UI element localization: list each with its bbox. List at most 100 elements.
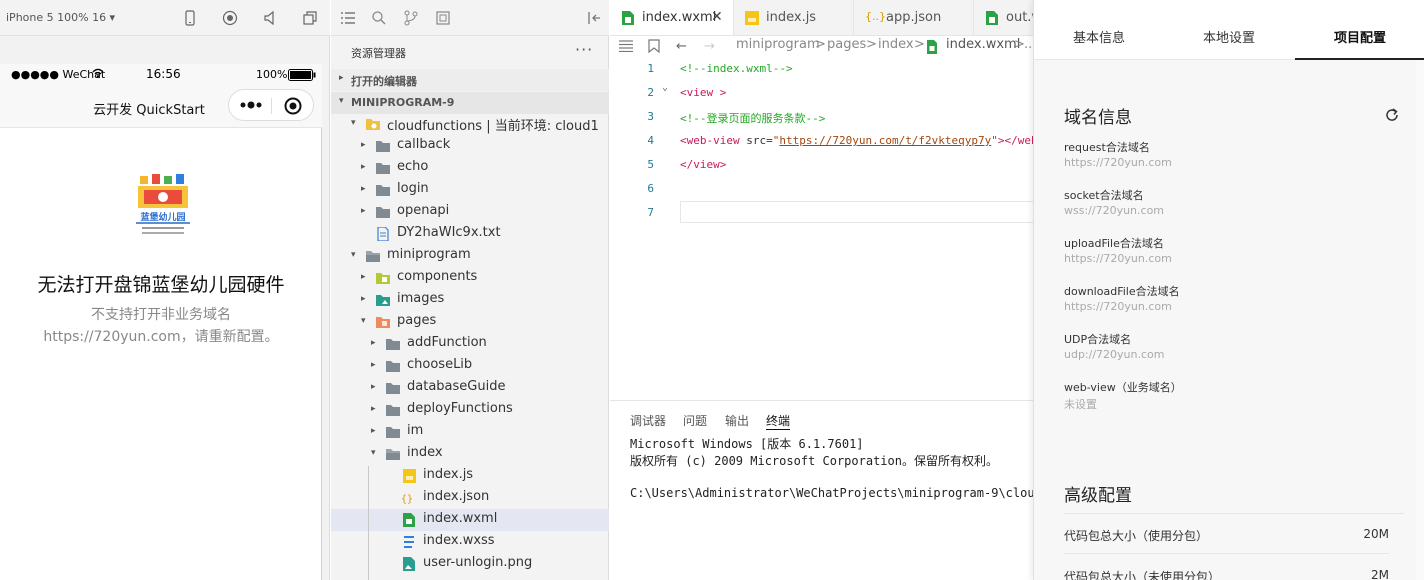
search-icon[interactable] xyxy=(371,10,387,26)
tree-item-login[interactable]: ▸ login xyxy=(331,179,609,201)
chevron-right-icon[interactable]: ▸ xyxy=(371,426,376,436)
tab-index-wxml[interactable]: index.wxml ✕ xyxy=(610,0,734,35)
tree-item-im[interactable]: ▸ im xyxy=(331,421,609,443)
tree-item-images[interactable]: ▸ images xyxy=(331,289,609,311)
refresh-icon[interactable] xyxy=(1384,107,1400,123)
tree-item-label: components xyxy=(397,269,478,284)
tree-item-echo[interactable]: ▸ echo xyxy=(331,157,609,179)
tree-item-index-js[interactable]: index.js xyxy=(331,465,609,487)
more-actions-button[interactable]: ··· xyxy=(575,40,593,59)
code-line: </view> xyxy=(680,158,727,171)
line-number: 5 xyxy=(647,158,654,171)
tree-item-databaseguide[interactable]: ▸ databaseGuide xyxy=(331,377,609,399)
battery-icon xyxy=(288,69,316,81)
error-description: 不支持打开非业务域名https://720yun.com，请重新配置。 xyxy=(43,307,279,345)
chevron-right-icon[interactable]: ▸ xyxy=(361,272,366,282)
tab-local-settings[interactable]: 本地设置 xyxy=(1164,0,1294,60)
code-token-quote: " xyxy=(991,134,998,147)
package-size-no-subpackage-row: 代码包总大小（未使用分包） 2M xyxy=(1064,555,1389,580)
device-select[interactable]: iPhone 5 100% 16 ▾ xyxy=(6,11,115,24)
close-icon[interactable]: ✕ xyxy=(711,9,723,25)
socket-domain-value: wss://720yun.com xyxy=(1064,204,1165,217)
setting-label: 代码包总大小（未使用分包） xyxy=(1064,570,1221,580)
setting-value: 20M xyxy=(1363,527,1389,541)
chevron-down-icon: ▾ xyxy=(339,96,344,106)
chevron-right-icon[interactable]: ▸ xyxy=(361,162,366,172)
tree-item-index-json[interactable]: {} index.json xyxy=(331,487,609,509)
window-icon[interactable] xyxy=(302,10,318,26)
fold-chevron-icon[interactable]: ⌄ xyxy=(662,82,668,93)
chevron-right-icon[interactable]: ▸ xyxy=(371,360,376,370)
folder-icon xyxy=(375,139,391,153)
tree-item-user-unlogin-png[interactable]: user-unlogin.png xyxy=(331,553,609,575)
tab-app-json[interactable]: {..} app.json xyxy=(854,0,974,35)
tree-item-pages[interactable]: ▾ pages xyxy=(331,311,609,333)
source-control-icon[interactable] xyxy=(403,10,419,26)
tree-item-index[interactable]: ▾ index xyxy=(331,443,609,465)
breadcrumb-index[interactable]: index xyxy=(878,37,914,52)
chevron-right-icon[interactable]: ▸ xyxy=(361,206,366,216)
panel-tab-output[interactable]: 输出 xyxy=(725,412,749,429)
outline-icon[interactable] xyxy=(619,40,633,52)
chevron-right-icon[interactable]: ▸ xyxy=(361,294,366,304)
tree-item-label: index.json xyxy=(423,489,490,504)
breadcrumb-miniprogram[interactable]: miniprogram xyxy=(736,37,820,52)
tree-item-dy2hawic9x-txt[interactable]: DY2haWIc9x.txt xyxy=(331,223,609,245)
tree-item-miniprogram[interactable]: ▾ miniprogram xyxy=(331,245,609,267)
tab-out[interactable]: out.v xyxy=(974,0,1033,35)
chevron-right-icon[interactable]: ▸ xyxy=(361,184,366,194)
code-editor[interactable]: ⌄ 1 <!--index.wxml--> 2 <view > 3 <!--登录… xyxy=(610,58,1077,400)
breadcrumb-ellipsis[interactable]: ... xyxy=(1024,37,1033,52)
more-dots-icon[interactable] xyxy=(239,98,263,112)
tree-item-callback[interactable]: ▸ callback xyxy=(331,135,609,157)
chevron-down-icon[interactable]: ▾ xyxy=(351,250,356,260)
battery-label: 100% xyxy=(256,68,288,81)
tree-item-label: index.wxss xyxy=(423,533,495,548)
tree-item-chooselib[interactable]: ▸ chooseLib xyxy=(331,355,609,377)
chevron-down-icon[interactable]: ▾ xyxy=(371,448,376,458)
panel-tab-terminal[interactable]: 终端 xyxy=(766,412,791,430)
extensions-icon[interactable] xyxy=(435,10,451,26)
chevron-right-icon[interactable]: ▸ xyxy=(361,140,366,150)
tab-project-config[interactable]: 项目配置 xyxy=(1295,0,1424,60)
tree-item-components[interactable]: ▸ components xyxy=(331,267,609,289)
close-target-icon[interactable] xyxy=(284,97,302,115)
record-icon[interactable] xyxy=(222,10,238,26)
phone-icon[interactable] xyxy=(182,10,198,26)
tree-item-addfunction[interactable]: ▸ addFunction xyxy=(331,333,609,355)
panel-tab-problems[interactable]: 问题 xyxy=(683,412,707,429)
code-token-url[interactable]: https://720yun.com/t/f2vkteqyp7y xyxy=(779,134,991,147)
tree-item-index-wxml[interactable]: index.wxml xyxy=(331,509,609,531)
request-domain-value: https://720yun.com xyxy=(1064,156,1172,169)
breadcrumb: ← → miniprogram > pages > index > index.… xyxy=(610,36,1033,58)
volume-icon[interactable] xyxy=(262,10,278,26)
terminal-output[interactable]: Microsoft Windows [版本 6.1.7601] 版权所有 (c)… xyxy=(610,433,1033,580)
split-editor-icon[interactable] xyxy=(587,11,601,25)
chevron-right-icon[interactable]: ▸ xyxy=(371,338,376,348)
project-details-panel: 基本信息 本地设置 项目配置 域名信息 request合法域名 https://… xyxy=(1033,0,1424,580)
tab-index-js[interactable]: index.js xyxy=(734,0,854,35)
tree-item-deployfunctions[interactable]: ▸ deployFunctions xyxy=(331,399,609,421)
breadcrumb-pages[interactable]: pages xyxy=(827,37,866,52)
upload-domain-label: uploadFile合法域名 xyxy=(1064,237,1164,250)
scrollbar[interactable] xyxy=(1416,60,1424,580)
open-editors-section[interactable]: ▸ 打开的编辑器 xyxy=(331,69,609,91)
tree-item-openapi[interactable]: ▸ openapi xyxy=(331,201,609,223)
capsule-button[interactable] xyxy=(228,89,314,121)
bookmark-icon[interactable] xyxy=(648,39,660,53)
udp-domain-label: UDP合法域名 xyxy=(1064,333,1132,346)
tree-item-cloudfunctions[interactable]: ▾ cloudfunctions | 当前环境: cloud1 xyxy=(331,113,609,135)
chevron-right-icon[interactable]: ▸ xyxy=(371,404,376,414)
line-number: 2 xyxy=(647,86,654,99)
chevron-right-icon[interactable]: ▸ xyxy=(371,382,376,392)
tab-basic-info[interactable]: 基本信息 xyxy=(1034,0,1164,60)
list-icon[interactable] xyxy=(340,11,356,25)
forward-arrow-icon[interactable]: → xyxy=(704,39,715,54)
breadcrumb-index-wxml[interactable]: index.wxml xyxy=(946,37,1020,52)
tree-item-index-wxss[interactable]: index.wxss xyxy=(331,531,609,553)
project-section[interactable]: ▾ MINIPROGRAM-9 xyxy=(331,92,609,114)
back-arrow-icon[interactable]: ← xyxy=(676,39,687,54)
panel-tab-debugger[interactable]: 调试器 xyxy=(630,412,666,429)
chevron-down-icon[interactable]: ▾ xyxy=(351,118,356,128)
chevron-down-icon[interactable]: ▾ xyxy=(361,316,366,326)
